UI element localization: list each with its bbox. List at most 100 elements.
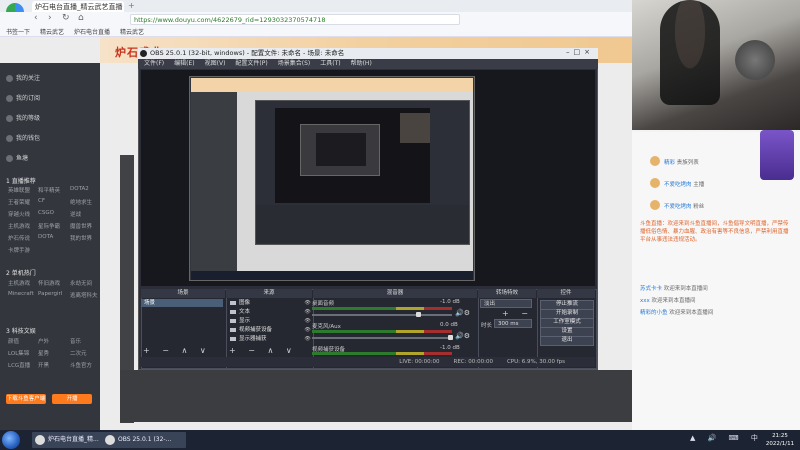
source-item[interactable]: 图像👁🔒 [227, 299, 323, 307]
bookmark-item[interactable]: 精云武艺 [40, 27, 64, 36]
refresh-icon[interactable]: ↻ [62, 13, 70, 23]
category-link[interactable]: DOTA2 [70, 186, 89, 192]
tab-close-icon[interactable]: × [116, 2, 122, 10]
category-link[interactable]: LCG直播 [8, 361, 30, 369]
category-link[interactable]: 怀旧游戏 [38, 279, 60, 287]
volume-knob[interactable] [448, 335, 453, 340]
source-item[interactable]: 视频捕获设备👁🔒 [227, 326, 323, 334]
taskbar-clock[interactable]: 21:25 2022/1/11 [762, 432, 798, 448]
category-link[interactable]: 星秀 [38, 349, 49, 357]
chat-list-item[interactable]: 精彩 贵族列表 [664, 158, 699, 166]
category-link[interactable]: CSGO [38, 210, 54, 216]
category-link[interactable]: 我的世界 [70, 234, 92, 242]
url-input[interactable]: https://www.douyu.com/4622679_rid=129303… [130, 14, 460, 25]
source-item[interactable]: 文本👁🔒 [227, 308, 323, 316]
chat-message: 精彩的小鱼 欢迎来到本直播间 [640, 310, 714, 316]
back-icon[interactable]: ‹ [34, 13, 38, 23]
speaker-icon[interactable]: 🔊⚙ [455, 332, 470, 340]
obs-menu-bar: 文件(F) 编辑(E) 视图(V) 配置文件(P) 场景集合(S) 工具(T) … [138, 59, 598, 69]
category-link[interactable]: 音乐 [70, 337, 81, 345]
exit-button[interactable]: 退出 [540, 336, 594, 346]
transition-select[interactable]: 淡出 [480, 299, 532, 308]
nested-taskbar [191, 271, 473, 280]
streamer-image [660, 0, 720, 105]
menu-item-view[interactable]: 视图(V) [205, 59, 226, 69]
wallet-icon [6, 135, 13, 142]
category-link[interactable]: 主机游戏 [8, 279, 30, 287]
volume-slider[interactable] [312, 314, 452, 316]
category-link[interactable]: CF [38, 198, 45, 204]
forward-icon[interactable]: › [48, 13, 52, 23]
menu-item-profile[interactable]: 配置文件(P) [235, 59, 267, 69]
source-item[interactable]: 显示👁🔒 [227, 317, 323, 325]
scene-dock-buttons[interactable]: + − ∧ ∨ [143, 346, 211, 355]
category-link[interactable]: 主机游戏 [8, 222, 30, 230]
download-client-button[interactable]: 下载斗鱼客户端 [6, 394, 46, 404]
chat-list-item[interactable]: 不爱吃烤肉 粉丝 [664, 202, 704, 210]
system-tray-icons[interactable]: ▲ 🔊 ⌨ 中 [690, 433, 763, 443]
avatar [650, 200, 660, 210]
sidebar-item-level[interactable]: 我的等级 [6, 113, 40, 122]
chat-list-item[interactable]: 不爱吃烤肉 主播 [664, 180, 704, 188]
bookmark-item[interactable]: 精云武艺 [120, 27, 144, 36]
taskbar-item-obs[interactable]: OBS 25.0.1 (32-... [102, 432, 186, 448]
source-item[interactable]: 显示器捕获👁🔒 [227, 335, 323, 343]
new-tab-button[interactable]: + [128, 1, 135, 10]
category-link[interactable]: 穿越火线 [8, 210, 30, 218]
nested-obs-docks [256, 205, 469, 243]
category-link[interactable]: 星际争霸 [38, 222, 60, 230]
category-link[interactable]: Minecraft [8, 291, 34, 297]
scene-list-item[interactable]: 场景 [141, 299, 223, 307]
category-link[interactable]: 和平精英 [38, 186, 60, 194]
sidebar-item-fishpond[interactable]: 鱼塘 [6, 153, 28, 162]
chat-message: xxx 欢迎来到本直播间 [640, 298, 696, 304]
source-dock-buttons[interactable]: + − ∧ ∨ [229, 346, 297, 355]
category-link[interactable]: 户外 [38, 337, 49, 345]
category-link[interactable]: 魔兽世界 [70, 222, 92, 230]
category-link[interactable]: 英雄联盟 [8, 186, 30, 194]
category-link[interactable]: 逃离塔科夫 [70, 291, 98, 299]
menu-item-help[interactable]: 帮助(H) [351, 59, 372, 69]
follow-icon [6, 75, 13, 82]
volume-knob[interactable] [416, 312, 421, 317]
menu-item-file[interactable]: 文件(F) [144, 59, 164, 69]
category-link[interactable]: 二次元 [70, 349, 87, 357]
menu-item-tools[interactable]: 工具(T) [320, 59, 340, 69]
dock-title: 场景 [141, 289, 225, 298]
speaker-icon[interactable]: 🔊⚙ [455, 309, 470, 317]
menu-item-scene-collection[interactable]: 场景集合(S) [278, 59, 311, 69]
window-controls[interactable]: –□× [566, 48, 594, 56]
duration-input[interactable]: 300 ms [494, 319, 532, 328]
go-live-button[interactable]: 开播 [52, 394, 92, 404]
browser-tab[interactable]: 炉石电台直播_精云武艺直播 [32, 1, 124, 12]
category-link[interactable]: DOTA [38, 234, 53, 240]
category-link[interactable]: 颜值 [8, 337, 19, 345]
obs-title-bar[interactable]: OBS 25.0.1 (32-bit, windows) - 配置文件: 未命名… [138, 48, 598, 59]
start-button-icon[interactable] [2, 431, 20, 449]
category-link[interactable]: 永劫无间 [70, 279, 92, 287]
category-link[interactable]: 王者荣耀 [8, 198, 30, 206]
category-link[interactable]: 逆战 [70, 210, 81, 218]
sidebar-item-follow[interactable]: 我的关注 [6, 73, 40, 82]
category-link[interactable]: 斗鱼官方 [70, 361, 92, 369]
category-link[interactable]: 炉石传说 [8, 234, 30, 242]
audio-meter [312, 352, 452, 355]
volume-slider[interactable] [312, 337, 452, 339]
home-icon[interactable]: ⌂ [78, 13, 84, 23]
bookmark-item[interactable]: 炉石电台直播 [74, 27, 110, 36]
mixer-track: 麦克风/Aux 0.0 dB [312, 322, 458, 330]
category-link[interactable]: 绝地求生 [70, 198, 92, 206]
obs-title: OBS 25.0.1 (32-bit, windows) - 配置文件: 未命名… [150, 49, 345, 57]
clock-date: 2022/1/11 [765, 441, 795, 447]
category-link[interactable]: 开黑 [38, 361, 49, 369]
sidebar-item-subscribe[interactable]: 我的订阅 [6, 93, 40, 102]
category-link[interactable]: Papergirl [38, 291, 62, 297]
sidebar-item-wallet[interactable]: 我的钱包 [6, 133, 40, 142]
category-link[interactable]: LOL集锦 [8, 349, 29, 357]
dock-title: 控件 [537, 289, 595, 298]
live-timer: LIVE: 00:00:00 [399, 359, 440, 365]
bookmark-item[interactable]: 书签一下 [6, 27, 30, 36]
category-link[interactable]: 卡牌手游 [8, 246, 30, 254]
gift-badge-icon[interactable] [760, 130, 794, 180]
menu-item-edit[interactable]: 编辑(E) [174, 59, 194, 69]
